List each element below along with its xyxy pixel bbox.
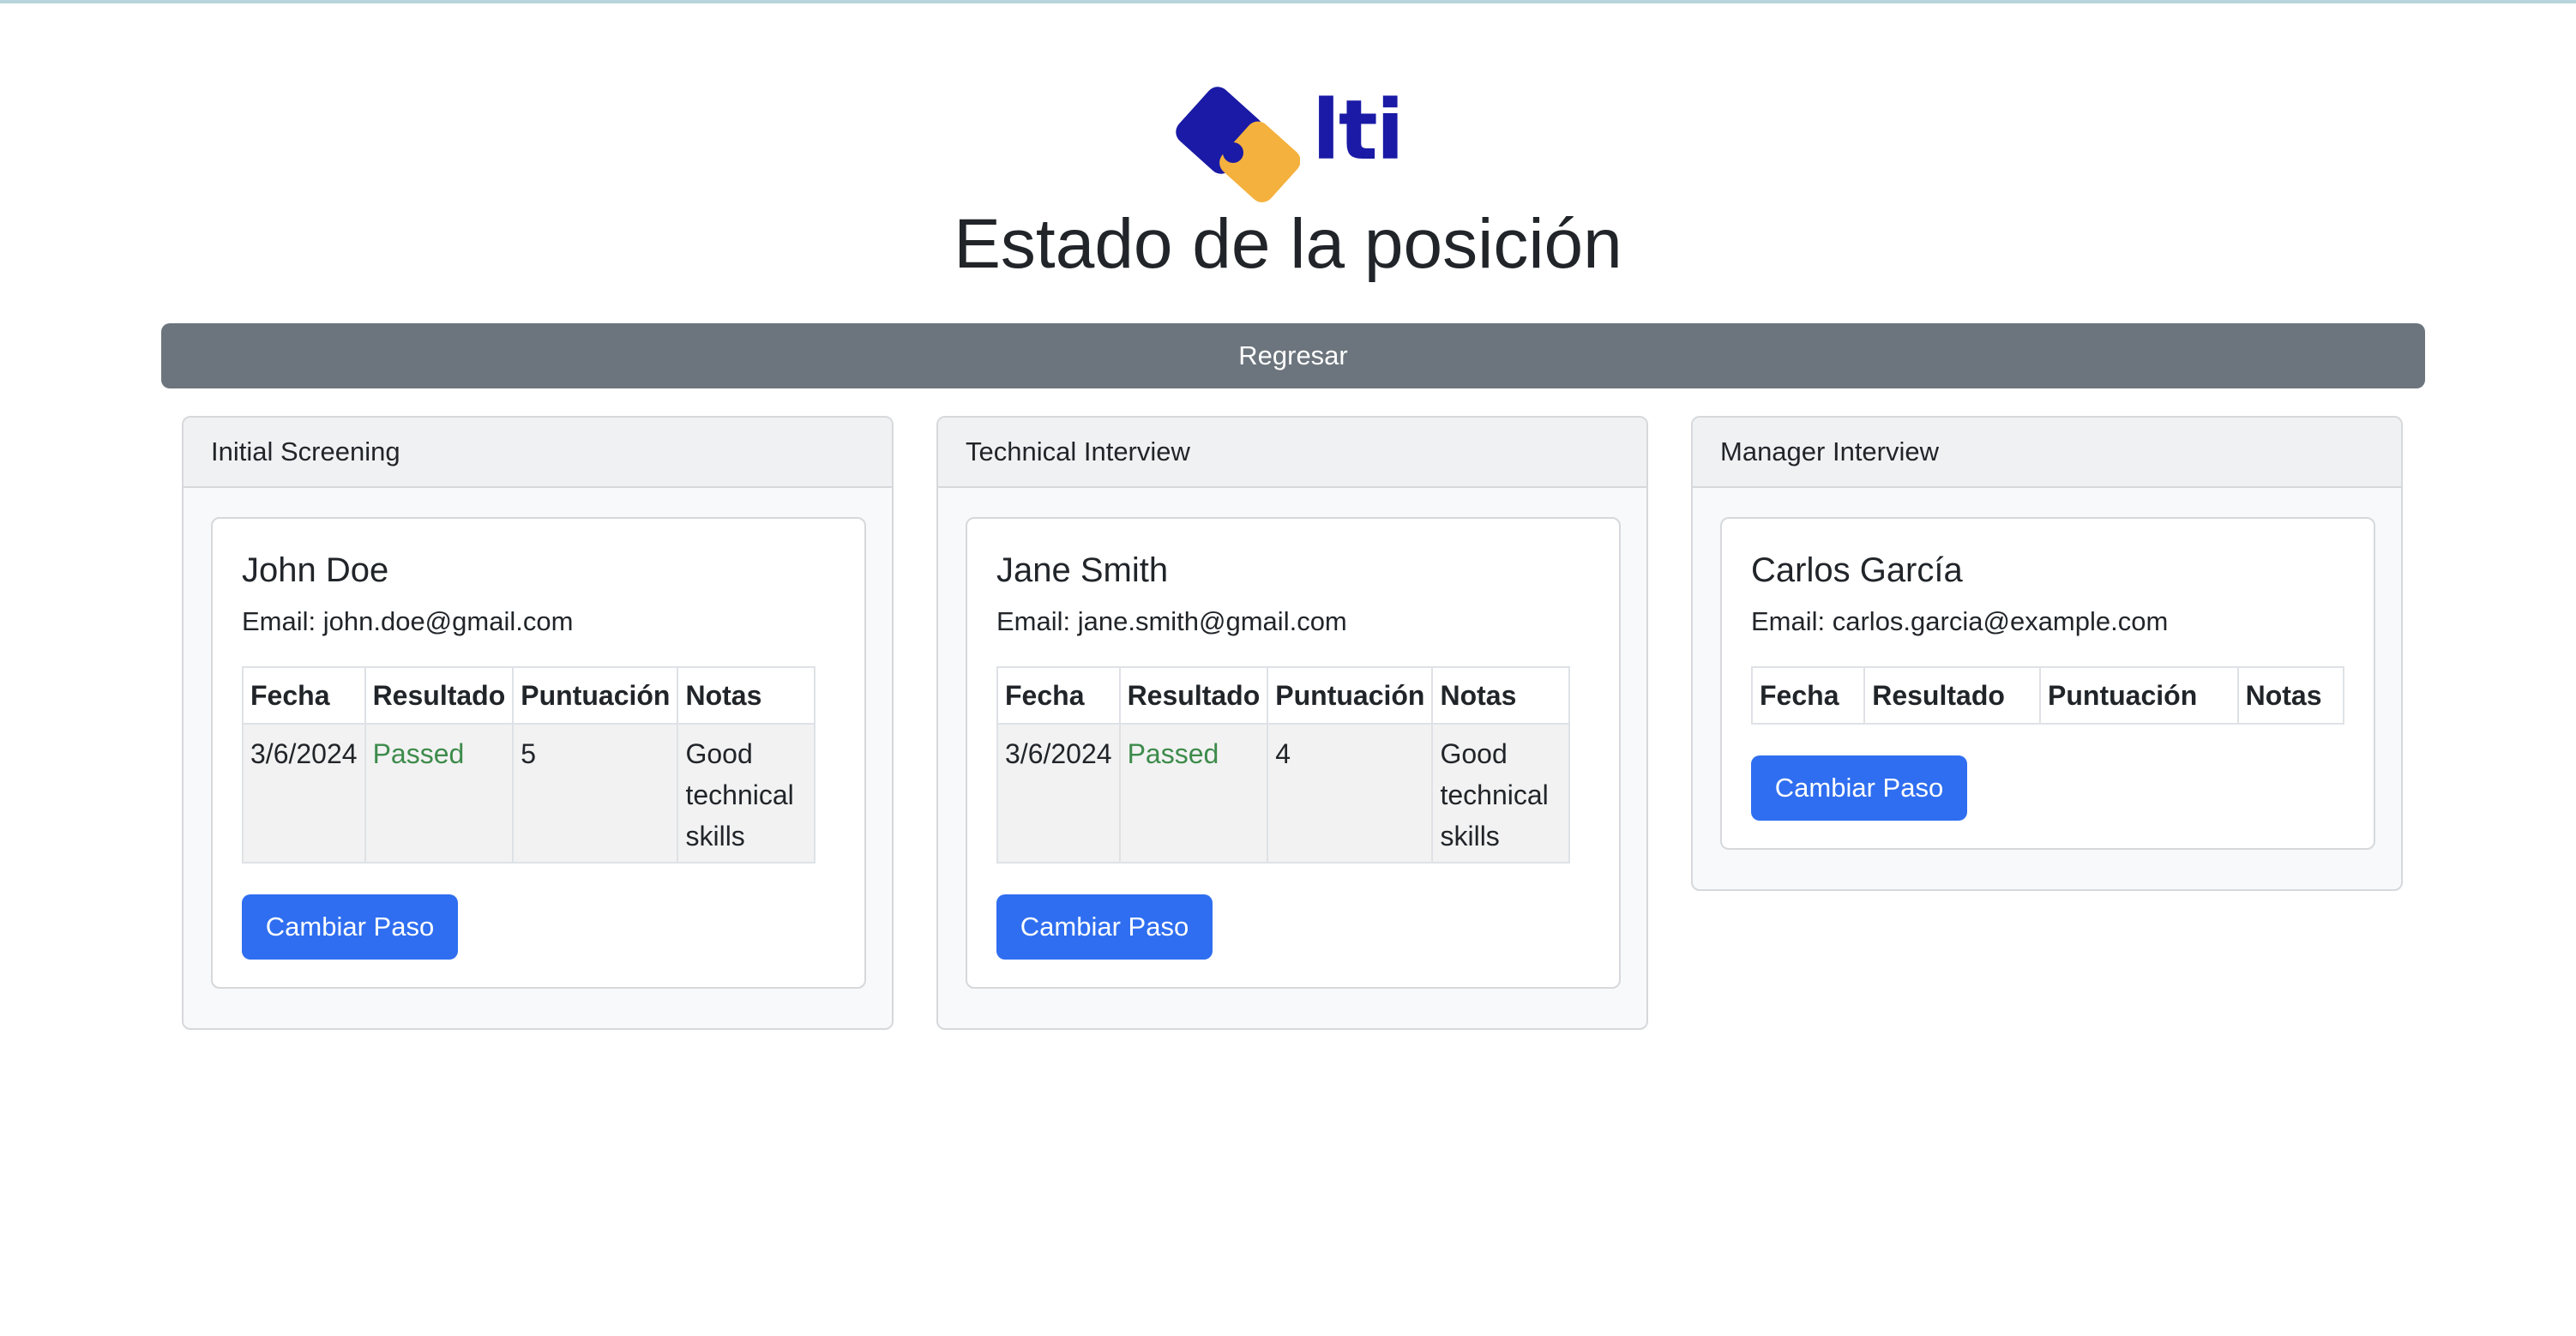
header-fecha: Fecha [242, 666, 366, 725]
interview-table: Fecha Resultado Puntuación Notas 3/6/202… [996, 666, 1571, 864]
column-title: Initial Screening [184, 418, 892, 488]
header-notas: Notas [2236, 666, 2345, 725]
header-puntuacion: Puntuación [1267, 666, 1434, 725]
candidate-name: Jane Smith [996, 551, 1169, 589]
table-row: 3/6/2024 Passed 4 Good technical skills [996, 723, 1571, 864]
column-title: Technical Interview [938, 418, 1646, 488]
table-row: 3/6/2024 Passed 5 Good technical skills [242, 723, 816, 864]
candidate-email: Email: carlos.garcia@example.com [1751, 606, 2169, 636]
column-technical-interview: Technical Interview Jane Smith Email: ja… [936, 416, 1648, 1030]
logo-text: lti [1312, 82, 1405, 178]
header-resultado: Resultado [1118, 666, 1269, 725]
column-title: Manager Interview [1693, 418, 2401, 488]
header-puntuacion: Puntuación [512, 666, 679, 725]
cell-date: 3/6/2024 [996, 723, 1121, 864]
puzzle-logo-icon [1176, 87, 1300, 202]
header-fecha: Fecha [1750, 666, 1866, 725]
cell-score: 5 [512, 723, 679, 864]
cell-date: 3/6/2024 [242, 723, 366, 864]
candidate-card[interactable]: Carlos García Email: carlos.garcia@examp… [1720, 517, 2375, 850]
cell-notes: Good technical skills [677, 723, 816, 864]
candidate-email: Email: jane.smith@gmail.com [996, 606, 1347, 636]
cell-result: Passed [364, 723, 515, 864]
change-step-button[interactable]: Cambiar Paso [242, 894, 458, 960]
header-notas: Notas [677, 666, 816, 725]
header-notas: Notas [1431, 666, 1571, 725]
header-resultado: Resultado [364, 666, 515, 725]
candidate-name: Carlos García [1751, 551, 1963, 589]
table-header-row: Fecha Resultado Puntuación Notas [242, 666, 816, 725]
candidate-card[interactable]: Jane Smith Email: jane.smith@gmail.com F… [966, 517, 1621, 989]
change-step-button[interactable]: Cambiar Paso [1751, 755, 1967, 821]
column-manager-interview: Manager Interview Carlos García Email: c… [1691, 416, 2403, 891]
candidate-email: Email: john.doe@gmail.com [242, 606, 574, 636]
header-fecha: Fecha [996, 666, 1121, 725]
column-initial-screening: Initial Screening John Doe Email: john.d… [182, 416, 894, 1030]
candidate-name: John Doe [242, 551, 389, 589]
candidate-card[interactable]: John Doe Email: john.doe@gmail.com Fecha… [211, 517, 866, 989]
interview-table: Fecha Resultado Puntuación Notas [1750, 666, 2345, 725]
interview-table: Fecha Resultado Puntuación Notas 3/6/202… [242, 666, 816, 864]
header-puntuacion: Puntuación [2039, 666, 2239, 725]
cell-notes: Good technical skills [1431, 723, 1571, 864]
table-header-row: Fecha Resultado Puntuación Notas [1750, 666, 2345, 725]
lti-logo: lti [1171, 82, 1405, 202]
header-resultado: Resultado [1863, 666, 2042, 725]
back-button[interactable]: Regresar [161, 323, 2425, 388]
change-step-button[interactable]: Cambiar Paso [996, 894, 1213, 960]
page-title: Estado de la posición [954, 205, 1622, 283]
table-header-row: Fecha Resultado Puntuación Notas [996, 666, 1571, 725]
cell-score: 4 [1267, 723, 1434, 864]
top-border [0, 0, 2576, 3]
cell-result: Passed [1118, 723, 1269, 864]
